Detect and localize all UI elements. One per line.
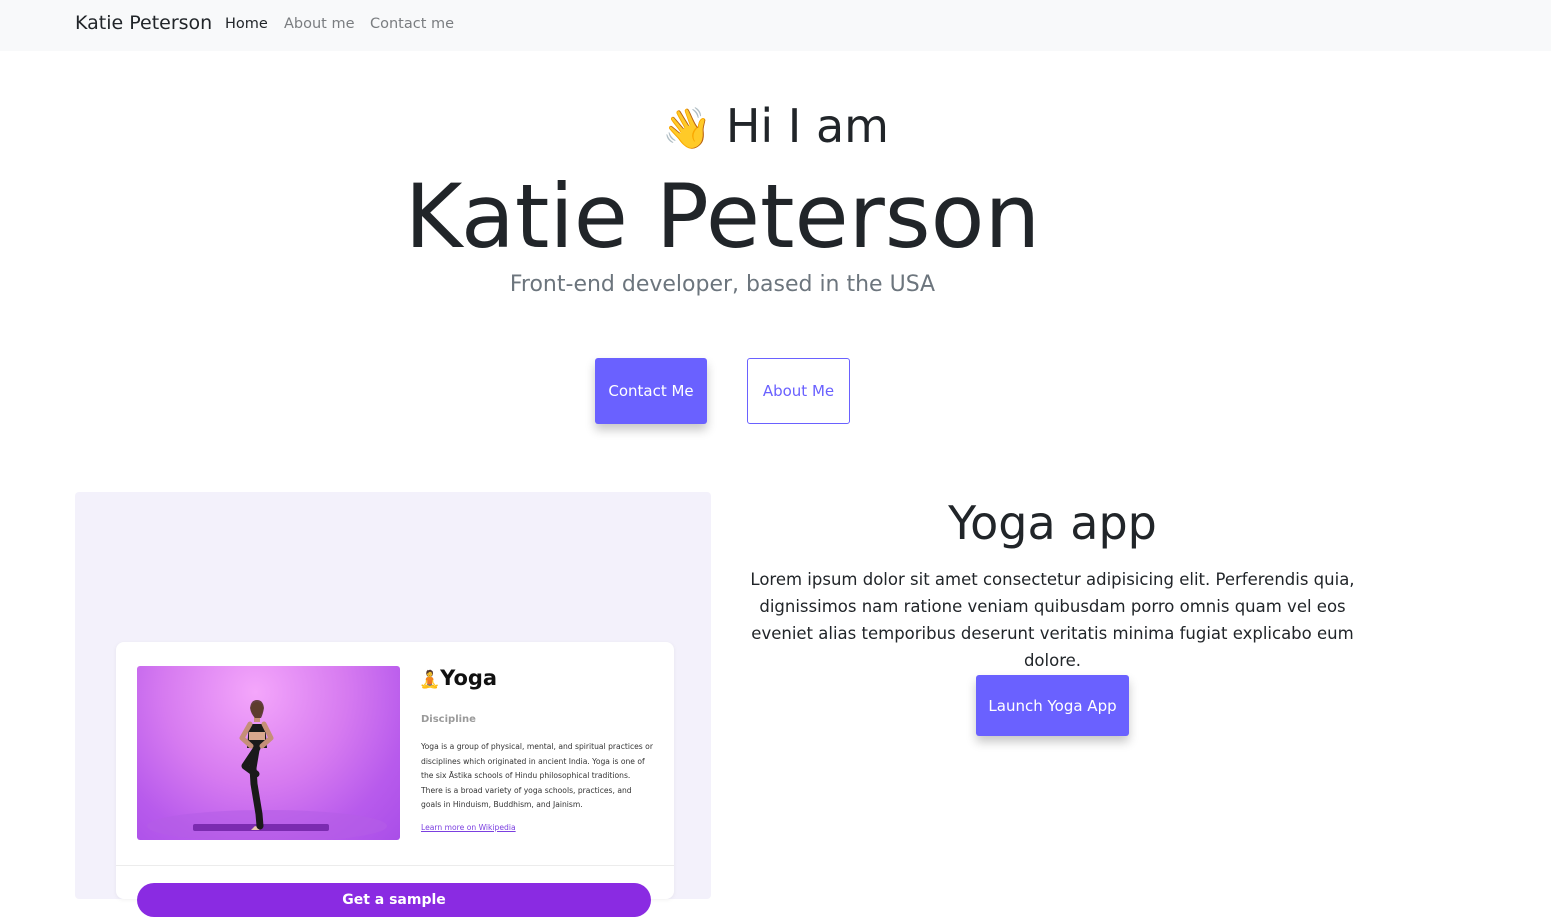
- navbar-brand[interactable]: Katie Peterson: [75, 12, 212, 34]
- nav-link-home[interactable]: Home: [225, 16, 268, 32]
- yoga-woman-illustration: [147, 700, 387, 840]
- hero-greeting-text: Hi I am: [725, 99, 889, 153]
- yoga-pose-image: [137, 666, 400, 840]
- about-me-button[interactable]: About Me: [747, 358, 850, 424]
- nav-link-contact[interactable]: Contact me: [370, 16, 454, 32]
- yoga-preview-title: 🧘Yoga: [419, 666, 497, 690]
- project-description: Lorem ipsum dolor sit amet consectetur a…: [750, 570, 1355, 670]
- nav-link-about[interactable]: About me: [284, 16, 355, 32]
- wikipedia-link[interactable]: Learn more on Wikipedia: [421, 823, 516, 832]
- waving-hand-icon: 👋: [662, 106, 712, 152]
- launch-yoga-app-button[interactable]: Launch Yoga App: [976, 675, 1129, 736]
- meditation-icon: 🧘: [419, 670, 441, 690]
- preview-divider: [116, 865, 674, 866]
- yoga-preview-title-text: Yoga: [440, 666, 498, 690]
- project-title: Yoga app: [948, 496, 1157, 550]
- hero-greeting: 👋 Hi I am: [0, 96, 1551, 159]
- hero-subtitle: Front-end developer, based in the USA: [509, 272, 936, 297]
- yoga-discipline-label: Discipline: [421, 714, 476, 725]
- get-sample-button[interactable]: Get a sample: [137, 883, 651, 917]
- hero-name: Katie Peterson: [404, 165, 1041, 268]
- navbar: Katie Peterson Home About me Contact me: [0, 0, 1551, 51]
- contact-me-button[interactable]: Contact Me: [595, 358, 707, 424]
- yoga-preview-description: Yoga is a group of physical, mental, and…: [421, 742, 653, 810]
